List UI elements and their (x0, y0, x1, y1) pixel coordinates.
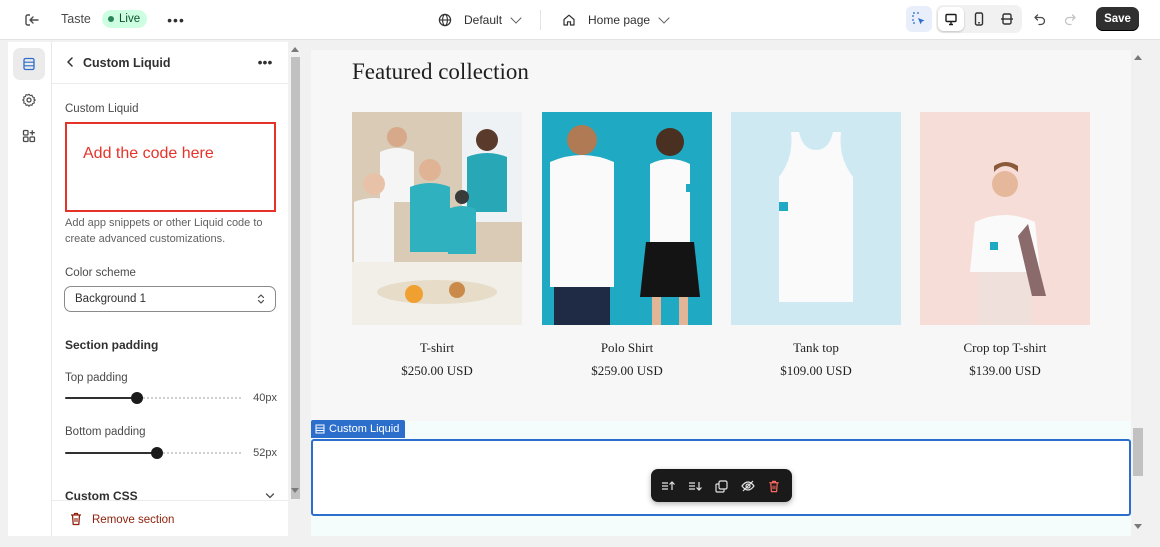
divider (540, 10, 541, 30)
section-icon (315, 424, 325, 434)
live-status-badge: Live (102, 10, 148, 28)
move-up-icon[interactable] (659, 477, 677, 495)
mobile-view-icon[interactable] (966, 7, 992, 31)
product-name[interactable]: Crop top T-shirt (920, 340, 1090, 356)
scroll-down-arrow-icon[interactable] (1134, 524, 1142, 529)
app-embeds-icon[interactable] (13, 120, 45, 152)
chevron-down-icon (510, 12, 522, 24)
help-text: Add app snippets or other Liquid code to… (65, 217, 263, 245)
code-field-value: Add the code here (83, 145, 214, 162)
slider-track (163, 452, 241, 454)
page-select-label: Home page (588, 13, 651, 27)
delete-trash-icon[interactable] (765, 477, 783, 495)
product-name[interactable]: Polo Shirt (542, 340, 712, 356)
product-price: $250.00 USD (401, 363, 473, 378)
custom-liquid-label: Custom Liquid (65, 103, 139, 115)
slider-track (143, 397, 241, 399)
more-actions-icon[interactable]: ••• (166, 10, 186, 30)
product-price: $139.00 USD (969, 363, 1041, 378)
scroll-up-arrow-icon[interactable] (291, 47, 299, 52)
scrollbar-thumb[interactable] (291, 57, 300, 499)
bottom-padding-value: 52px (253, 447, 277, 459)
move-down-icon[interactable] (686, 477, 704, 495)
selected-section-label: Custom Liquid (329, 423, 400, 435)
panel-header: Custom Liquid ••• (52, 42, 288, 84)
trash-icon (71, 512, 81, 526)
color-scheme-label: Color scheme (65, 267, 136, 279)
color-scheme-select[interactable]: Background 1 (64, 286, 276, 312)
sections-icon[interactable] (13, 48, 45, 80)
panel-title: Custom Liquid (83, 56, 171, 70)
home-icon (563, 14, 575, 26)
collection-title: Featured collection (352, 59, 529, 84)
exit-editor-icon[interactable] (22, 10, 42, 30)
slider-fill (65, 452, 157, 454)
product-price: $259.00 USD (591, 363, 663, 378)
panel-scrollbar[interactable] (288, 42, 303, 536)
save-button[interactable]: Save (1096, 7, 1139, 31)
desktop-view-icon[interactable] (938, 7, 964, 31)
back-chevron-icon[interactable] (63, 55, 77, 69)
storefront-preview: Featured collection T-shirt $250.00 USD … (311, 50, 1131, 536)
section-settings-panel: Custom Liquid ••• Custom Liquid Add the … (52, 42, 288, 536)
scroll-down-arrow-icon[interactable] (291, 488, 299, 493)
product-image[interactable] (920, 112, 1090, 325)
live-dot-icon (108, 16, 114, 22)
top-padding-label: Top padding (65, 372, 128, 384)
panel-footer: Remove section (52, 500, 288, 536)
select-updown-icon (257, 294, 265, 304)
undo-icon[interactable] (1030, 9, 1050, 29)
scrollbar-thumb[interactable] (1133, 428, 1143, 476)
page-select[interactable]: Home page (562, 9, 670, 31)
section-toolbar (651, 469, 792, 502)
product-image[interactable] (542, 112, 712, 325)
live-badge-label: Live (119, 13, 141, 25)
top-padding-slider[interactable]: 40px (65, 391, 277, 405)
top-padding-value: 40px (253, 392, 277, 404)
product-price: $109.00 USD (780, 363, 852, 378)
chevron-down-icon (658, 12, 670, 24)
slider-thumb[interactable] (131, 392, 143, 404)
selected-section-tag[interactable]: Custom Liquid (311, 420, 406, 438)
hide-eye-icon[interactable] (739, 477, 757, 495)
preview-scrollbar[interactable] (1131, 50, 1145, 536)
scroll-up-arrow-icon[interactable] (1134, 55, 1142, 60)
more-actions-icon[interactable]: ••• (255, 53, 275, 71)
store-name: Taste (61, 12, 91, 26)
product-name[interactable]: Tank top (731, 340, 901, 356)
product-image[interactable] (352, 112, 522, 325)
theme-select[interactable]: Default (438, 9, 522, 31)
bottom-padding-label: Bottom padding (65, 426, 146, 438)
color-scheme-value: Background 1 (75, 293, 146, 305)
theme-select-label: Default (464, 13, 503, 27)
device-switcher (936, 5, 1022, 33)
top-bar: Taste Live ••• Default Home page Save (0, 0, 1160, 40)
editor-sidebar-rail (8, 42, 52, 536)
duplicate-icon[interactable] (712, 477, 730, 495)
chevron-down-icon[interactable] (265, 492, 275, 500)
product-name[interactable]: T-shirt (352, 340, 522, 356)
inspector-cursor-icon[interactable] (906, 6, 932, 32)
theme-settings-gear-icon[interactable] (13, 84, 45, 116)
section-padding-heading: Section padding (65, 338, 159, 352)
remove-section-button[interactable]: Remove section (92, 514, 174, 526)
fullscreen-view-icon[interactable] (994, 7, 1020, 31)
globe-icon (438, 13, 452, 27)
slider-thumb[interactable] (151, 447, 163, 459)
custom-liquid-code-field[interactable]: Add the code here (65, 122, 276, 212)
redo-icon[interactable] (1060, 9, 1080, 29)
slider-fill (65, 397, 137, 399)
product-image[interactable] (731, 112, 901, 325)
bottom-padding-slider[interactable]: 52px (65, 446, 277, 460)
